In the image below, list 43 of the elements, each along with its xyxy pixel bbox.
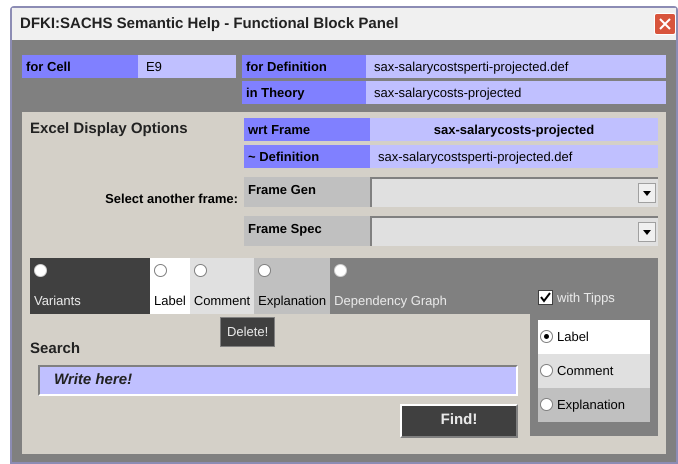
field-value: sax-salarycosts-projected [370,118,658,141]
field-label: in Theory [242,81,366,104]
delete-button[interactable]: Delete! [220,317,276,347]
field-label: ~ Definition [244,145,370,168]
field-value: sax-salarycosts-projected [366,81,666,104]
checkmark-icon [540,292,551,304]
radio-button[interactable] [540,330,553,343]
field-value: sax-salarycostsperti-projected.def [366,55,666,78]
tab[interactable]: Comment [190,258,254,314]
window-title: DFKI:SACHS Semantic Help - Functional Block Panel [20,14,398,34]
field-value: E9 [138,55,236,78]
field-label: Frame Gen [244,177,370,207]
caret-icon [643,190,651,196]
dropdown-arrow-button[interactable] [638,183,656,203]
close-button[interactable] [654,13,676,35]
tipp-option[interactable]: Label [538,320,650,354]
close-icon [659,18,671,30]
option-label: Comment [557,362,614,380]
field-label: for Cell [22,55,138,78]
checkbox[interactable] [538,290,553,306]
section-title: Excel Display Options [30,119,189,139]
field-label: Frame Spec [244,216,370,246]
caret-icon [643,230,651,234]
radio-button[interactable] [258,264,272,277]
search-label: Search [30,339,82,359]
search-field[interactable]: Write here! [38,364,518,396]
radio-button[interactable] [194,264,207,277]
field-label: for Definition [242,55,366,78]
dropdown-arrow-button[interactable] [638,222,656,242]
tab[interactable]: Explanation [254,258,330,314]
tab[interactable]: Variants [30,258,150,314]
find-button[interactable]: Find! [400,404,518,438]
option-label: Label [557,328,589,346]
radio-button[interactable] [540,398,553,411]
tipp-option[interactable]: Explanation [538,388,650,422]
tipp-option[interactable]: Comment [538,354,650,388]
field-label: wrt Frame [244,118,370,141]
radio-button[interactable] [154,264,167,277]
option-label: Explanation [557,396,625,414]
tab[interactable]: Label [150,258,190,314]
field-value: sax-salarycostsperti-projected.def [370,145,658,168]
select-frame-label: Select another frame: [104,190,238,208]
radio-button[interactable] [540,364,553,377]
